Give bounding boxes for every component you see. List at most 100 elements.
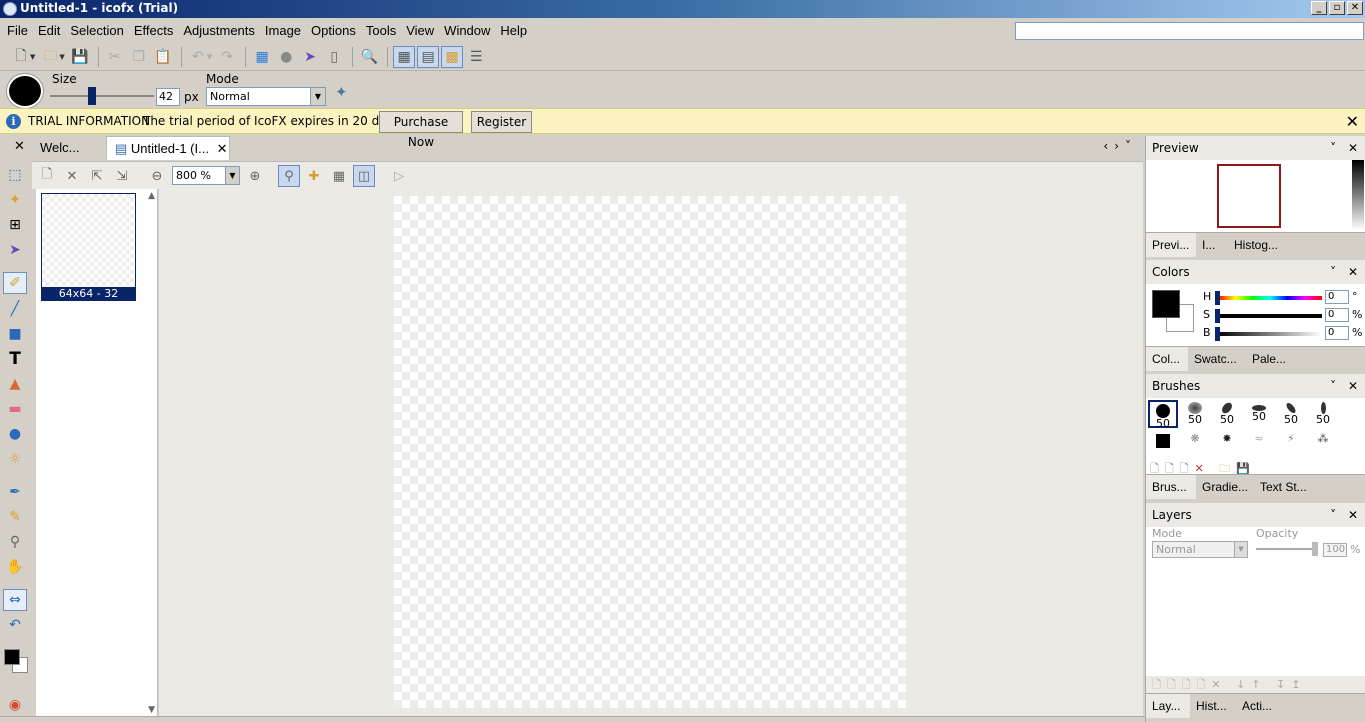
brush-preset[interactable]: 50 [1148, 400, 1178, 430]
zoom-in-icon[interactable]: ⊕ [244, 165, 266, 187]
layers-actions[interactable]: 🗋🗋🗋🗋✕ ↓↑ ↧↥ [1152, 676, 1306, 692]
menu-tools[interactable]: Tools [361, 21, 401, 41]
tab-info[interactable]: I... [1196, 233, 1226, 257]
close-window-button[interactable]: ✕ [1347, 1, 1363, 15]
purchase-now-button[interactable]: Purchase Now [379, 111, 463, 149]
hue-input[interactable]: 0 [1325, 290, 1349, 304]
saturation-input[interactable]: 0 [1325, 308, 1349, 322]
new-file-icon[interactable]: 🗋 [10, 46, 32, 68]
menu-view[interactable]: View [401, 21, 439, 41]
brush-preview[interactable] [7, 74, 43, 108]
saturation-slider-thumb[interactable] [1215, 309, 1220, 323]
menu-help[interactable]: Help [495, 21, 532, 41]
paste-icon[interactable]: 📋 [152, 46, 174, 68]
tab-actions[interactable]: Acti... [1236, 694, 1282, 718]
chevron-down-icon[interactable]: ▼ [310, 88, 325, 105]
pin-icon[interactable]: ✦ [335, 83, 348, 101]
brightness-slider[interactable] [1218, 332, 1322, 336]
windows-icon[interactable]: ▦ [251, 46, 273, 68]
import-icon[interactable]: ⇱ [86, 165, 108, 187]
tab-history[interactable]: Hist... [1190, 694, 1234, 718]
brightness-input[interactable]: 0 [1325, 326, 1349, 340]
undo-icon[interactable]: ↶ [187, 46, 209, 68]
redo-icon[interactable]: ↷ [216, 46, 238, 68]
crop-icon[interactable]: ⊞ [3, 214, 27, 236]
brush-preset[interactable]: 50 [1308, 400, 1338, 428]
panel-controls[interactable]: ˅ ✕ [1330, 260, 1362, 284]
color-swatches[interactable] [3, 646, 29, 676]
mobile-icon[interactable]: ▯ [323, 46, 345, 68]
scroll-down-icon[interactable]: ▼ [148, 705, 155, 715]
brush-preset[interactable]: ≈ [1244, 432, 1274, 450]
menu-effects[interactable]: Effects [129, 21, 179, 41]
menu-options[interactable]: Options [306, 21, 361, 41]
brush-preset[interactable]: ✸ [1212, 432, 1242, 450]
eyedropper-icon[interactable]: ✒ [3, 481, 27, 503]
size-input[interactable]: 42 [156, 88, 180, 106]
image-thumbnail[interactable]: 64x64 - 32 [41, 193, 136, 301]
new-image-icon[interactable]: 🗋 [36, 165, 58, 187]
close-icon[interactable]: ✕ [1346, 112, 1359, 131]
brush-preset[interactable] [1148, 432, 1178, 450]
tab-swatches[interactable]: Swatc... [1188, 347, 1246, 371]
chevron-down-icon[interactable]: ▼ [30, 53, 35, 61]
brush-preset[interactable]: 50 [1276, 400, 1306, 428]
chevron-down-icon[interactable]: ▼ [59, 53, 64, 61]
zoom-tool-icon[interactable]: ⚲ [278, 165, 300, 187]
fill-bucket-icon[interactable]: ▲ [3, 373, 27, 395]
register-button[interactable]: Register [471, 111, 532, 133]
foreground-color-swatch[interactable] [4, 649, 20, 665]
ruler-icon[interactable]: ✚ [303, 165, 325, 187]
primary-color-swatch[interactable] [1152, 290, 1180, 318]
tab-brushes[interactable]: Brus... [1146, 475, 1196, 499]
menu-window[interactable]: Window [439, 21, 495, 41]
checkerboard-icon[interactable]: ▦ [393, 46, 416, 68]
brightness-slider-thumb[interactable] [1215, 327, 1220, 341]
grid-icon[interactable]: ▦ [328, 165, 350, 187]
chevron-down-icon[interactable]: ▼ [1234, 542, 1247, 557]
search-input[interactable] [1015, 22, 1364, 40]
magic-wand-icon[interactable]: ✦ [3, 189, 27, 211]
rectangle-icon[interactable]: ■ [3, 323, 27, 345]
tab-text-styles[interactable]: Text St... [1254, 475, 1320, 499]
brush-preset[interactable]: 50 [1212, 400, 1242, 428]
apple-icon[interactable]: ● [275, 46, 297, 68]
tab-layers[interactable]: Lay... [1146, 694, 1190, 718]
restore-button[interactable]: ▫ [1329, 1, 1345, 15]
opacity-input[interactable]: 100 [1323, 543, 1347, 557]
rect-select-icon[interactable]: ⬚ [3, 164, 27, 186]
size-slider[interactable] [50, 95, 154, 97]
drawing-canvas[interactable] [394, 196, 906, 708]
hue-slider-thumb[interactable] [1215, 291, 1220, 305]
tab-welcome[interactable]: Welc... [32, 136, 104, 160]
line-icon[interactable]: ╱ [3, 298, 27, 320]
open-folder-icon[interactable]: 🗀 [39, 46, 61, 68]
opacity-slider[interactable] [1256, 548, 1316, 550]
dodge-icon[interactable]: ☼ [3, 448, 27, 470]
menu-edit[interactable]: Edit [33, 21, 65, 41]
brush-preset[interactable]: 50 [1244, 400, 1274, 428]
scroll-up-icon[interactable]: ▲ [148, 191, 155, 201]
close-icon[interactable]: ✕ [217, 141, 228, 156]
opacity-slider-thumb[interactable] [1312, 542, 1318, 556]
export-icon[interactable]: ⇲ [111, 165, 133, 187]
swap-horizontal-icon[interactable]: ⇔ [3, 589, 27, 611]
mode-dropdown[interactable]: Normal ▼ [206, 87, 326, 106]
copy-icon[interactable]: ❐ [128, 46, 150, 68]
pattern-icon[interactable]: ▤ [417, 46, 440, 68]
tab-histogram[interactable]: Histog... [1228, 233, 1298, 257]
extract-icon[interactable]: 🔍 [358, 46, 380, 68]
eraser-icon[interactable]: ▬ [3, 398, 27, 420]
tab-color[interactable]: Col... [1146, 347, 1188, 371]
move-icon[interactable]: ➤ [3, 239, 27, 261]
text-icon[interactable]: T [3, 348, 27, 370]
close-icon[interactable]: ✕ [14, 139, 25, 154]
record-icon[interactable]: ◉ [3, 694, 27, 716]
tab-gradients[interactable]: Gradie... [1196, 475, 1254, 499]
cursor-icon[interactable]: ➤ [299, 46, 321, 68]
menu-selection[interactable]: Selection [65, 21, 128, 41]
brush-preset[interactable]: ⁂ [1308, 432, 1338, 450]
pencil-icon[interactable]: ✎ [3, 506, 27, 528]
cut-icon[interactable]: ✂ [104, 46, 126, 68]
delete-image-icon[interactable]: ✕ [61, 165, 83, 187]
